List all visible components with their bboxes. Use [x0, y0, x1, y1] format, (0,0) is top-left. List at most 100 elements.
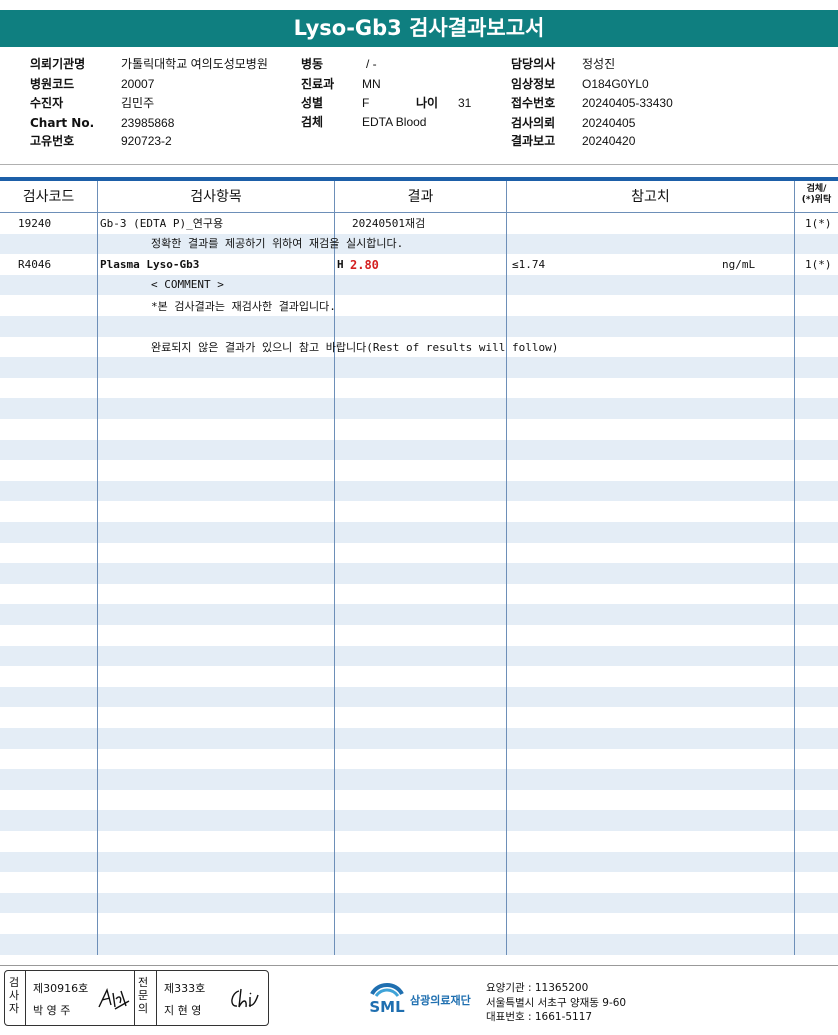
table-stripe: [0, 748, 838, 770]
row3-item: Plasma Lyso-Gb3: [100, 258, 200, 271]
table-stripe: [0, 542, 838, 564]
row3-code: R4046: [18, 258, 52, 271]
header-specimen-line2: (*)위탁: [801, 195, 832, 205]
table-stripe: [0, 357, 838, 378]
row3-reference: ≤1.74: [512, 258, 546, 271]
table-stripe: [0, 460, 838, 481]
row1-specimen: 1(*): [805, 217, 832, 230]
table-stripe: [0, 892, 838, 914]
footer-divider: [0, 965, 838, 966]
receipt-no-value: 20240405-33430: [582, 96, 673, 110]
header-code: 검사코드: [22, 189, 75, 205]
unique-no-label: 고유번호: [30, 134, 75, 148]
row3-result: 2.80: [350, 258, 379, 272]
row3-specimen: 1(*): [805, 258, 832, 271]
table-stripe: [0, 686, 838, 708]
table-stripe: [0, 789, 838, 811]
examiner-no: 제30916호: [33, 982, 89, 995]
chart-no-label: Chart No.: [30, 116, 95, 130]
table-stripe: [0, 913, 838, 934]
clinical-info-value: O184G0YL0: [582, 77, 649, 91]
table-stripe: [0, 295, 838, 316]
header-item: 검사항목: [190, 189, 242, 205]
table-body: [0, 213, 838, 955]
sig-divider-2: [134, 971, 135, 1025]
age-label: 나이: [416, 96, 439, 110]
org-address: 서울특별시 서초구 양재동 9-60: [486, 997, 627, 1009]
hospital-code-label: 병원코드: [30, 77, 75, 91]
table-stripe: [0, 522, 838, 543]
ward-value: / -: [366, 57, 377, 71]
clinical-info-label: 임상정보: [511, 77, 556, 91]
table-stripe: [0, 769, 838, 790]
org-phone: 대표번호 : 1661-5117: [486, 1011, 593, 1023]
unique-no-value: 920723-2: [121, 134, 172, 148]
row1-item: Gb-3 (EDTA P)_연구용: [100, 217, 224, 230]
table-stripe: [0, 419, 838, 440]
specimen-label: 검체: [301, 115, 324, 129]
col-divider-4: [794, 181, 795, 955]
row1-result: 20240501재검: [352, 217, 426, 230]
table-stripe: [0, 501, 838, 522]
doctor-label: 담당의사: [511, 57, 556, 71]
ward-label: 병동: [301, 57, 324, 71]
table-stripe: [0, 831, 838, 852]
reviewer-name: 지 현 영: [164, 1004, 202, 1017]
org-code: 요양기관 : 11365200: [486, 982, 589, 994]
table-stripe: [0, 604, 838, 625]
sex-value: F: [362, 96, 370, 110]
table-stripe: [0, 377, 838, 399]
table-stripe: [0, 316, 838, 337]
table-stripe: [0, 480, 838, 502]
row4-note: < COMMENT >: [151, 278, 224, 291]
institution-value: 가톨릭대학교 여의도성모병원: [121, 57, 268, 71]
col-divider-3: [506, 181, 507, 955]
examiner-name: 박 영 주: [33, 1004, 71, 1017]
reviewer-signature: [231, 988, 259, 1008]
row5-note: *본 검사결과는 재검사한 결과입니다.: [151, 300, 336, 313]
sex-label: 성별: [301, 96, 324, 110]
table-stripe: [0, 666, 838, 687]
specimen-value: EDTA Blood: [362, 115, 427, 129]
table-stripe: [0, 934, 838, 955]
patient-value: 김민주: [121, 96, 155, 110]
table-stripe: [0, 233, 838, 255]
request-date-label: 검사의뢰: [511, 116, 556, 130]
doctor-value: 정성진: [582, 57, 616, 71]
col-divider-1: [97, 181, 98, 955]
signature-box: 검사자 제30916호 박 영 주 전문의 제333호 지 현 영: [4, 970, 269, 1026]
table-stripe: [0, 274, 838, 296]
header-divider: [0, 164, 838, 165]
sml-logo-text: SML: [369, 998, 405, 1016]
patient-label: 수진자: [30, 96, 64, 110]
report-title: Lyso-Gb3 검사결과보고서: [0, 10, 838, 47]
department-label: 진료과: [301, 77, 335, 91]
sml-logo-icon: SML: [369, 983, 405, 1016]
header-reference: 참고치: [631, 189, 670, 205]
chart-no-value: 23985868: [121, 116, 175, 130]
sig-divider-3: [156, 971, 157, 1025]
department-value: MN: [362, 77, 381, 91]
age-value: 31: [458, 96, 472, 110]
header-specimen: 검체/ (*)위탁: [795, 181, 838, 213]
header-result: 결과: [407, 189, 434, 205]
institution-label: 의뢰기관명: [30, 57, 86, 71]
row2-note: 정확한 결과를 제공하기 위하여 재검을 실시합니다.: [151, 237, 404, 250]
table-stripe: [0, 851, 838, 873]
table-stripe: [0, 645, 838, 667]
table-stripe: [0, 707, 838, 728]
receipt-no-label: 접수번호: [511, 96, 556, 110]
table-header: 검사코드 검사항목 결과 참고치 검체/ (*)위탁: [0, 181, 838, 213]
reviewer-no: 제333호: [164, 982, 206, 995]
table-stripe: [0, 583, 838, 605]
hospital-code-value: 20007: [121, 77, 155, 91]
table-stripe: [0, 625, 838, 646]
org-name: 삼광의료재단: [410, 994, 471, 1007]
table-stripe: [0, 810, 838, 831]
request-date-value: 20240405: [582, 116, 636, 130]
table-stripe: [0, 728, 838, 749]
table-stripe: [0, 439, 838, 461]
row3-flag: H: [337, 258, 344, 271]
row7-note: 완료되지 않은 결과가 있으니 참고 바랍니다(Rest of results …: [151, 341, 559, 354]
row3-unit: ng/mL: [722, 258, 756, 271]
